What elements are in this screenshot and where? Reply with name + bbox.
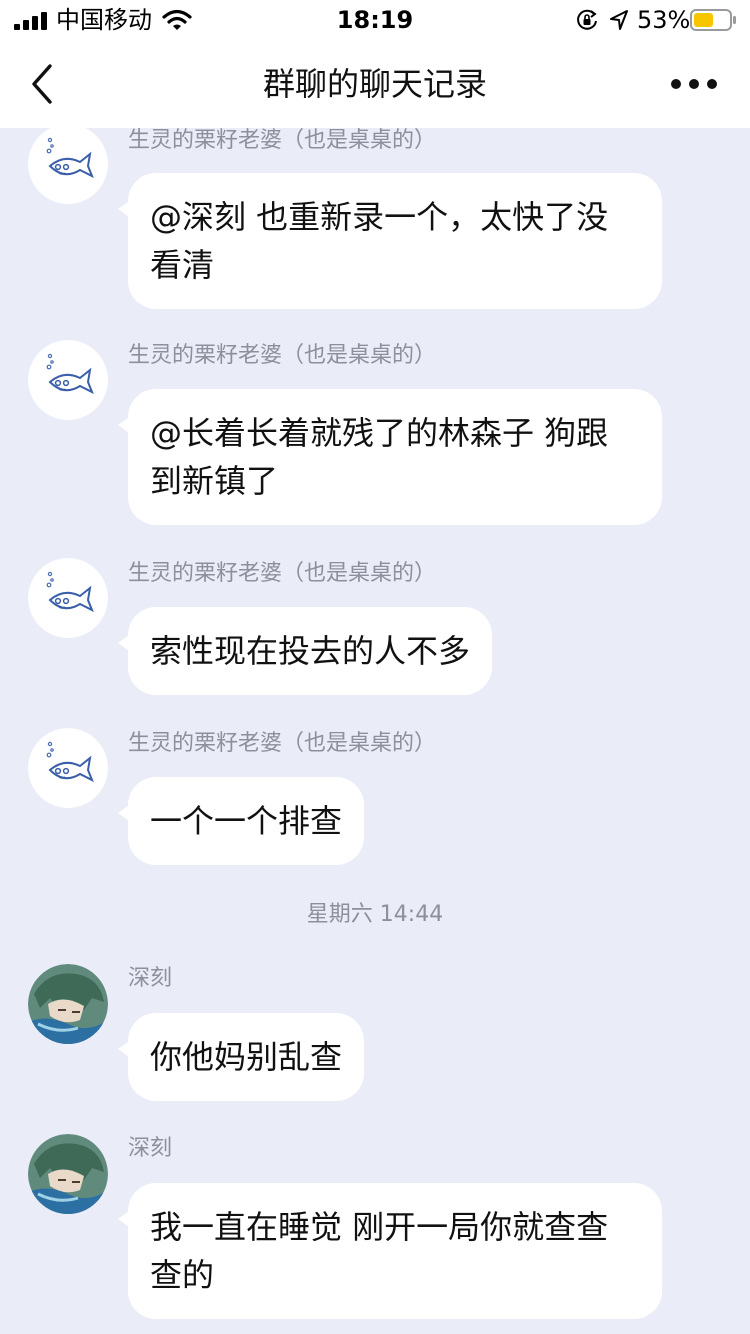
more-dots-icon[interactable] bbox=[668, 70, 720, 98]
message-bubble[interactable]: 你他妈别乱查 bbox=[117, 1013, 365, 1101]
fish-avatar-icon bbox=[28, 558, 108, 638]
sender-avatar[interactable] bbox=[28, 558, 108, 638]
sender-name: 生灵的栗籽老婆（也是桌桌的） bbox=[128, 128, 437, 153]
sender-name: 深刻 bbox=[128, 966, 173, 991]
fish-avatar-icon bbox=[28, 728, 108, 808]
sender-avatar[interactable] bbox=[28, 728, 108, 808]
message-bubble[interactable]: 我一直在睡觉 刚开一局你就查查查的 bbox=[118, 1183, 662, 1319]
status-bar: 中国移动 18:19 53% bbox=[0, 0, 750, 40]
message-timestamp: 星期六 14:44 bbox=[306, 902, 444, 927]
battery-icon bbox=[690, 9, 736, 31]
chat-history-screen: 生灵的栗籽老婆（也是桌桌的） @深刻 也重新录一个，太快了没看清 生灵的栗籽老婆… bbox=[0, 0, 750, 1334]
fish-avatar-icon bbox=[28, 124, 108, 204]
chat-area[interactable]: 生灵的栗籽老婆（也是桌桌的） @深刻 也重新录一个，太快了没看清 生灵的栗籽老婆… bbox=[0, 0, 750, 1334]
sender-avatar[interactable] bbox=[28, 124, 108, 204]
header: 中国移动 18:19 53% 群聊的聊天记录 bbox=[0, 0, 750, 128]
fish-avatar-icon bbox=[28, 340, 108, 420]
sender-name: 生灵的栗籽老婆（也是桌桌的） bbox=[128, 343, 437, 368]
sender-name: 生灵的栗籽老婆（也是桌桌的） bbox=[128, 561, 437, 586]
page-title: 群聊的聊天记录 bbox=[262, 65, 487, 103]
sender-avatar[interactable] bbox=[28, 340, 108, 420]
sender-name: 生灵的栗籽老婆（也是桌桌的） bbox=[128, 731, 437, 756]
sender-avatar[interactable] bbox=[28, 1134, 108, 1214]
message-bubble[interactable]: 索性现在投去的人不多 bbox=[117, 607, 493, 695]
sender-name: 深刻 bbox=[128, 1136, 173, 1161]
sender-avatar[interactable] bbox=[28, 964, 108, 1044]
message-bubble[interactable]: 一个一个排查 bbox=[117, 777, 365, 865]
message-bubble[interactable]: @长着长着就残了的林森子 狗跟到新镇了 bbox=[118, 389, 662, 525]
rotation-lock-icon bbox=[577, 9, 597, 30]
location-icon bbox=[610, 10, 628, 30]
anime-avatar-icon bbox=[28, 1134, 108, 1214]
message-bubble[interactable]: @深刻 也重新录一个，太快了没看清 bbox=[118, 173, 662, 309]
battery-percent: 53% bbox=[637, 6, 691, 34]
nav-bar: 群聊的聊天记录 bbox=[0, 40, 750, 128]
anime-avatar-icon bbox=[28, 964, 108, 1044]
